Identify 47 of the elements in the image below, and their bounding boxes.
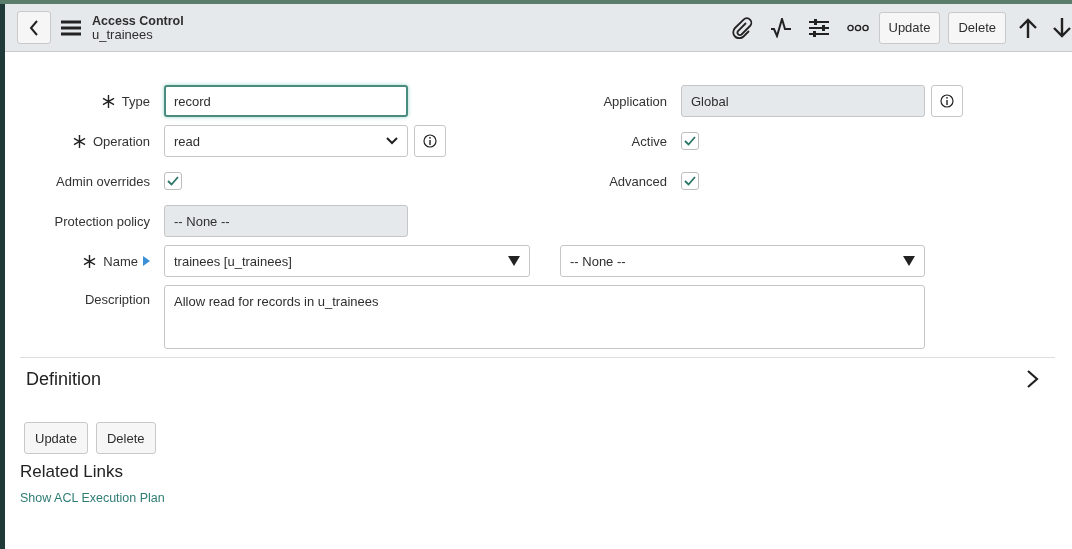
- record-subtitle: u_trainees: [92, 27, 154, 42]
- info-button[interactable]: [931, 85, 963, 117]
- readonly-field[interactable]: -- None --: [164, 205, 408, 237]
- info-button[interactable]: [414, 125, 446, 157]
- reference-arrow-icon[interactable]: [143, 256, 150, 266]
- dropdown-triangle-icon: [903, 256, 915, 266]
- field-label: Type: [121, 93, 150, 109]
- record-title: Access Control: [92, 13, 184, 28]
- form-action-button[interactable]: Delete: [95, 422, 156, 454]
- dropdown-triangle-icon: [508, 256, 520, 266]
- field-label: Admin overrides: [56, 173, 150, 189]
- back-button[interactable]: [17, 11, 51, 44]
- header-action-button[interactable]: Delete: [948, 11, 1006, 44]
- sliders-icon[interactable]: [808, 17, 829, 38]
- chevron-down-icon: [386, 137, 398, 145]
- header-action-button[interactable]: Update: [878, 11, 941, 44]
- related-link[interactable]: Show ACL Execution Plan: [20, 491, 165, 505]
- paperclip-icon[interactable]: [730, 16, 753, 39]
- more-icon[interactable]: [846, 23, 869, 32]
- up-arrow-icon[interactable]: [1018, 17, 1038, 38]
- activity-icon[interactable]: [770, 17, 791, 38]
- select-field[interactable]: -- None --: [560, 245, 925, 277]
- field-label: Description: [84, 292, 150, 307]
- readonly-field[interactable]: Global: [681, 85, 925, 117]
- field-label: Protection policy: [54, 213, 150, 229]
- field-label: Advanced: [609, 173, 667, 189]
- select-field[interactable]: read: [164, 125, 408, 157]
- down-arrow-icon[interactable]: [1052, 17, 1072, 38]
- field-label: Active: [631, 133, 667, 149]
- description-field[interactable]: Allow read for records in u_trainees: [164, 285, 925, 349]
- checkbox[interactable]: [681, 132, 699, 150]
- chevron-right-icon[interactable]: [1027, 370, 1039, 388]
- info-icon: [423, 134, 437, 148]
- section-header[interactable]: Definition: [20, 357, 1055, 400]
- checkbox[interactable]: [681, 172, 699, 190]
- input-field[interactable]: record: [164, 85, 408, 117]
- field-label: Operation: [92, 133, 150, 149]
- select-field[interactable]: trainees [u_trainees]: [164, 245, 530, 277]
- section-title: Definition: [26, 368, 102, 390]
- related-links-title: Related Links: [20, 462, 124, 482]
- form-action-button[interactable]: Update: [24, 422, 88, 454]
- checkbox[interactable]: [164, 172, 182, 190]
- field-label: Name: [103, 253, 138, 269]
- info-icon: [940, 94, 954, 108]
- back-icon: [29, 19, 39, 36]
- field-label: Application: [603, 93, 667, 109]
- menu-icon[interactable]: [61, 19, 81, 36]
